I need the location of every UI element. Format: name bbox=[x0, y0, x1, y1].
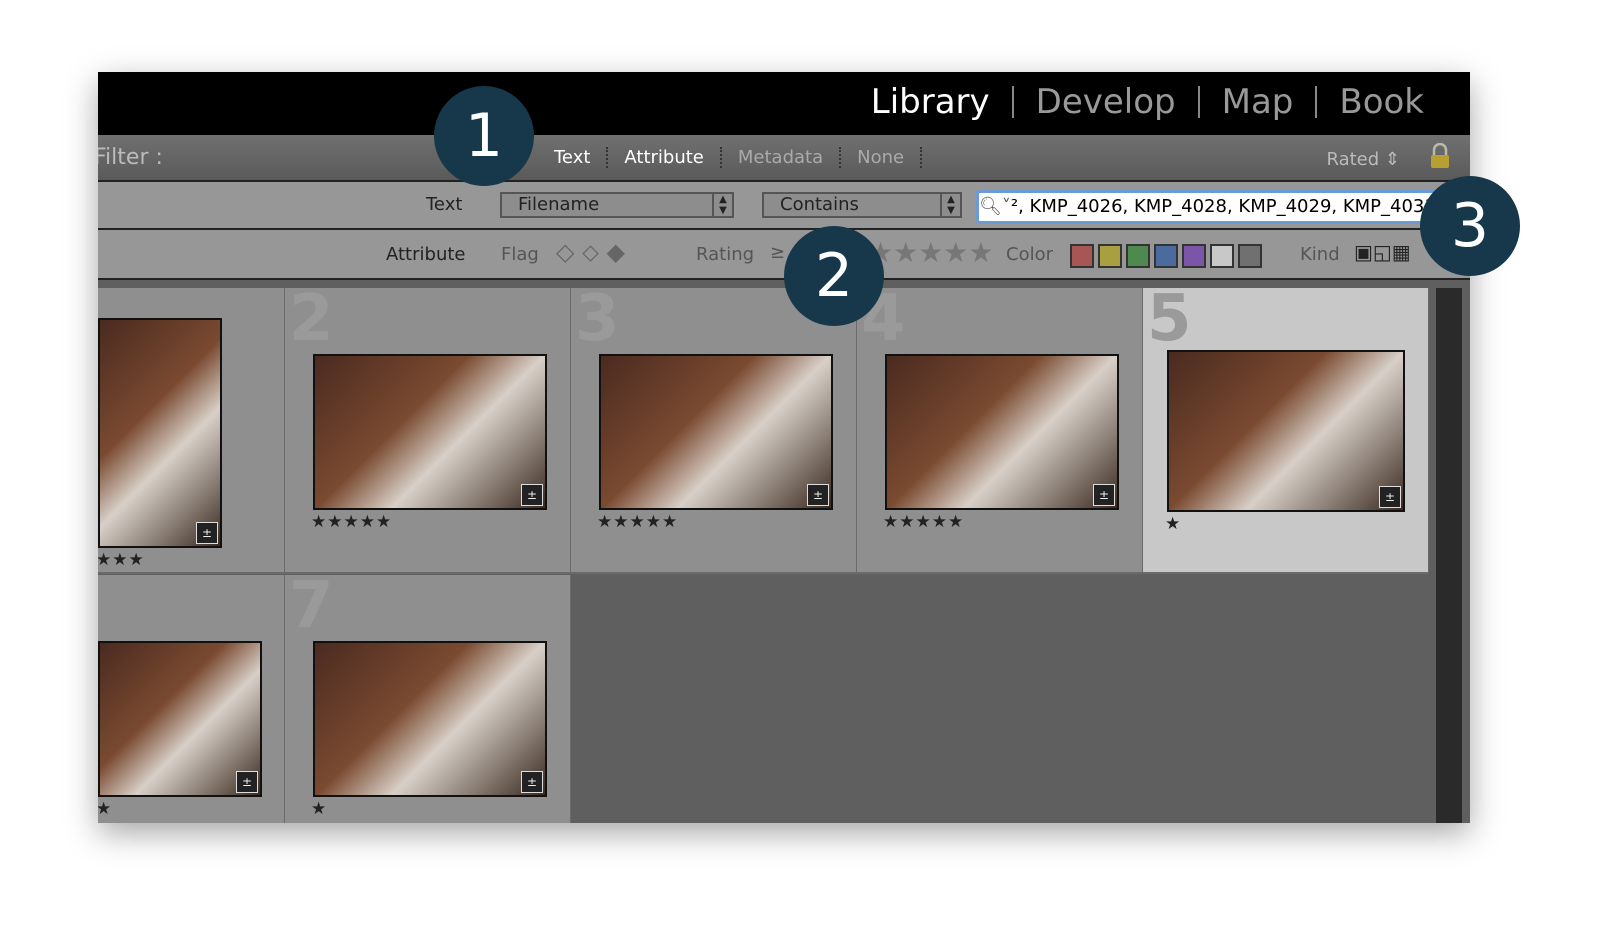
cell-index: 3 bbox=[575, 282, 620, 356]
search-input[interactable]: 🔍︎˅², KMP_4026, KMP_4028, KMP_4029, KMP_… bbox=[976, 190, 1452, 224]
color-swatch[interactable] bbox=[1070, 244, 1094, 268]
thumbnail-cell[interactable]: 3 ± ★★★★★ bbox=[571, 282, 857, 574]
star-rating[interactable]: ★★★★★ bbox=[597, 512, 678, 532]
photo-thumbnail[interactable]: ± bbox=[98, 641, 262, 797]
tab-attribute[interactable]: Attribute bbox=[608, 147, 722, 168]
module-picker-bar: Library Develop Map Book bbox=[98, 72, 1470, 135]
star-rating[interactable]: ★★★★★ bbox=[883, 512, 964, 532]
star-rating[interactable]: ★★★ bbox=[98, 550, 145, 570]
module-develop[interactable]: Develop bbox=[1014, 82, 1198, 122]
filter-label: Filter : bbox=[98, 145, 163, 170]
module-library[interactable]: Library bbox=[849, 82, 1012, 122]
color-label: Color bbox=[1006, 244, 1053, 265]
field-select[interactable]: Filename ▲ ▼ bbox=[500, 192, 734, 218]
lock-icon[interactable] bbox=[1430, 143, 1450, 169]
photo-thumbnail[interactable]: ± bbox=[885, 354, 1119, 510]
tab-text[interactable]: Text bbox=[538, 147, 609, 168]
thumbnail-cell[interactable]: 7 ± ★ bbox=[285, 569, 571, 823]
color-swatch[interactable] bbox=[1098, 244, 1122, 268]
cell-index: 5 bbox=[1147, 282, 1192, 356]
color-swatch[interactable] bbox=[1238, 244, 1262, 268]
kind-label: Kind bbox=[1300, 244, 1340, 265]
search-icon: 🔍︎˅ bbox=[979, 196, 1011, 217]
develop-adjusted-icon: ± bbox=[236, 771, 258, 793]
rating-label: Rating bbox=[696, 244, 755, 265]
callout-1: 1 bbox=[434, 86, 534, 186]
color-swatch[interactable] bbox=[1154, 244, 1178, 268]
photo-thumbnail[interactable]: ± bbox=[313, 641, 547, 797]
text-filter-row: Text Filename ▲ ▼ Contains ▲ ▼ 🔍︎˅², KMP_402… bbox=[98, 182, 1470, 230]
thumbnail-cell[interactable]: 1±★★★ bbox=[98, 288, 285, 574]
module-book[interactable]: Book bbox=[1317, 82, 1446, 122]
star-rating[interactable]: ★★★★★ bbox=[311, 512, 392, 532]
photo-thumbnail[interactable]: ± bbox=[313, 354, 547, 510]
scrollbar[interactable] bbox=[1436, 288, 1462, 823]
attribute-row-label: Attribute bbox=[386, 244, 466, 265]
develop-adjusted-icon: ± bbox=[521, 771, 543, 793]
module-map[interactable]: Map bbox=[1200, 82, 1316, 122]
color-swatch[interactable] bbox=[1182, 244, 1206, 268]
thumbnail-cell[interactable]: 4 ± ★★★★★ bbox=[857, 282, 1143, 574]
tab-metadata[interactable]: Metadata bbox=[722, 147, 842, 168]
develop-adjusted-icon: ± bbox=[1379, 486, 1401, 508]
callout-2: 2 bbox=[784, 226, 884, 326]
develop-adjusted-icon: ± bbox=[807, 484, 829, 506]
kind-icons[interactable]: ▣◱▦ bbox=[1354, 240, 1411, 264]
thumbnail-cell[interactable]: 5 ± ★ bbox=[1143, 282, 1429, 574]
rule-value: Contains bbox=[780, 194, 859, 215]
text-row-label: Text bbox=[426, 194, 463, 215]
star-rating[interactable]: ★ bbox=[1165, 514, 1181, 534]
lightroom-window: Library Develop Map Book Filter : Text A… bbox=[98, 72, 1470, 823]
preset-value: Rated bbox=[1326, 149, 1380, 170]
develop-adjusted-icon: ± bbox=[1093, 484, 1115, 506]
develop-adjusted-icon: ± bbox=[521, 484, 543, 506]
star-rating[interactable]: ★ bbox=[98, 799, 112, 819]
color-swatch[interactable] bbox=[1126, 244, 1150, 268]
tab-none[interactable]: None bbox=[841, 147, 923, 168]
color-swatch[interactable] bbox=[1210, 244, 1234, 268]
rating-stars[interactable]: ★★★★★ bbox=[868, 236, 994, 269]
flag-icons[interactable]: ◇ ⬦ ◆ bbox=[556, 238, 625, 266]
flag-label: Flag bbox=[501, 244, 539, 265]
search-value: ², KMP_4026, KMP_4028, KMP_4029, KMP_403… bbox=[1010, 196, 1436, 217]
rating-operator[interactable]: ≥ bbox=[770, 242, 785, 263]
develop-adjusted-icon: ± bbox=[196, 522, 218, 544]
field-value: Filename bbox=[518, 194, 600, 215]
thumbnail-grid: 1±★★★2±★★★★★3±★★★★★4±★★★★★5±★6±★7±★ bbox=[98, 282, 1436, 823]
star-rating[interactable]: ★ bbox=[311, 799, 327, 819]
filter-preset-select[interactable]: Rated ⇕ bbox=[1326, 149, 1400, 170]
photo-thumbnail[interactable]: ± bbox=[98, 318, 222, 548]
callout-3: 3 bbox=[1420, 176, 1520, 276]
stepper-icon: ▲ ▼ bbox=[940, 194, 960, 216]
cell-index: 2 bbox=[289, 282, 334, 356]
thumbnail-cell[interactable]: 2 ± ★★★★★ bbox=[285, 282, 571, 574]
stepper-icon: ▲ ▼ bbox=[712, 194, 732, 216]
thumbnail-cell[interactable]: 6±★ bbox=[98, 575, 285, 823]
photo-thumbnail[interactable]: ± bbox=[1167, 350, 1405, 512]
rule-select[interactable]: Contains ▲ ▼ bbox=[762, 192, 962, 218]
photo-thumbnail[interactable]: ± bbox=[599, 354, 833, 510]
cell-index: 7 bbox=[289, 569, 334, 643]
library-filter-bar: Filter : Text Attribute Metadata None Ra… bbox=[98, 135, 1470, 182]
